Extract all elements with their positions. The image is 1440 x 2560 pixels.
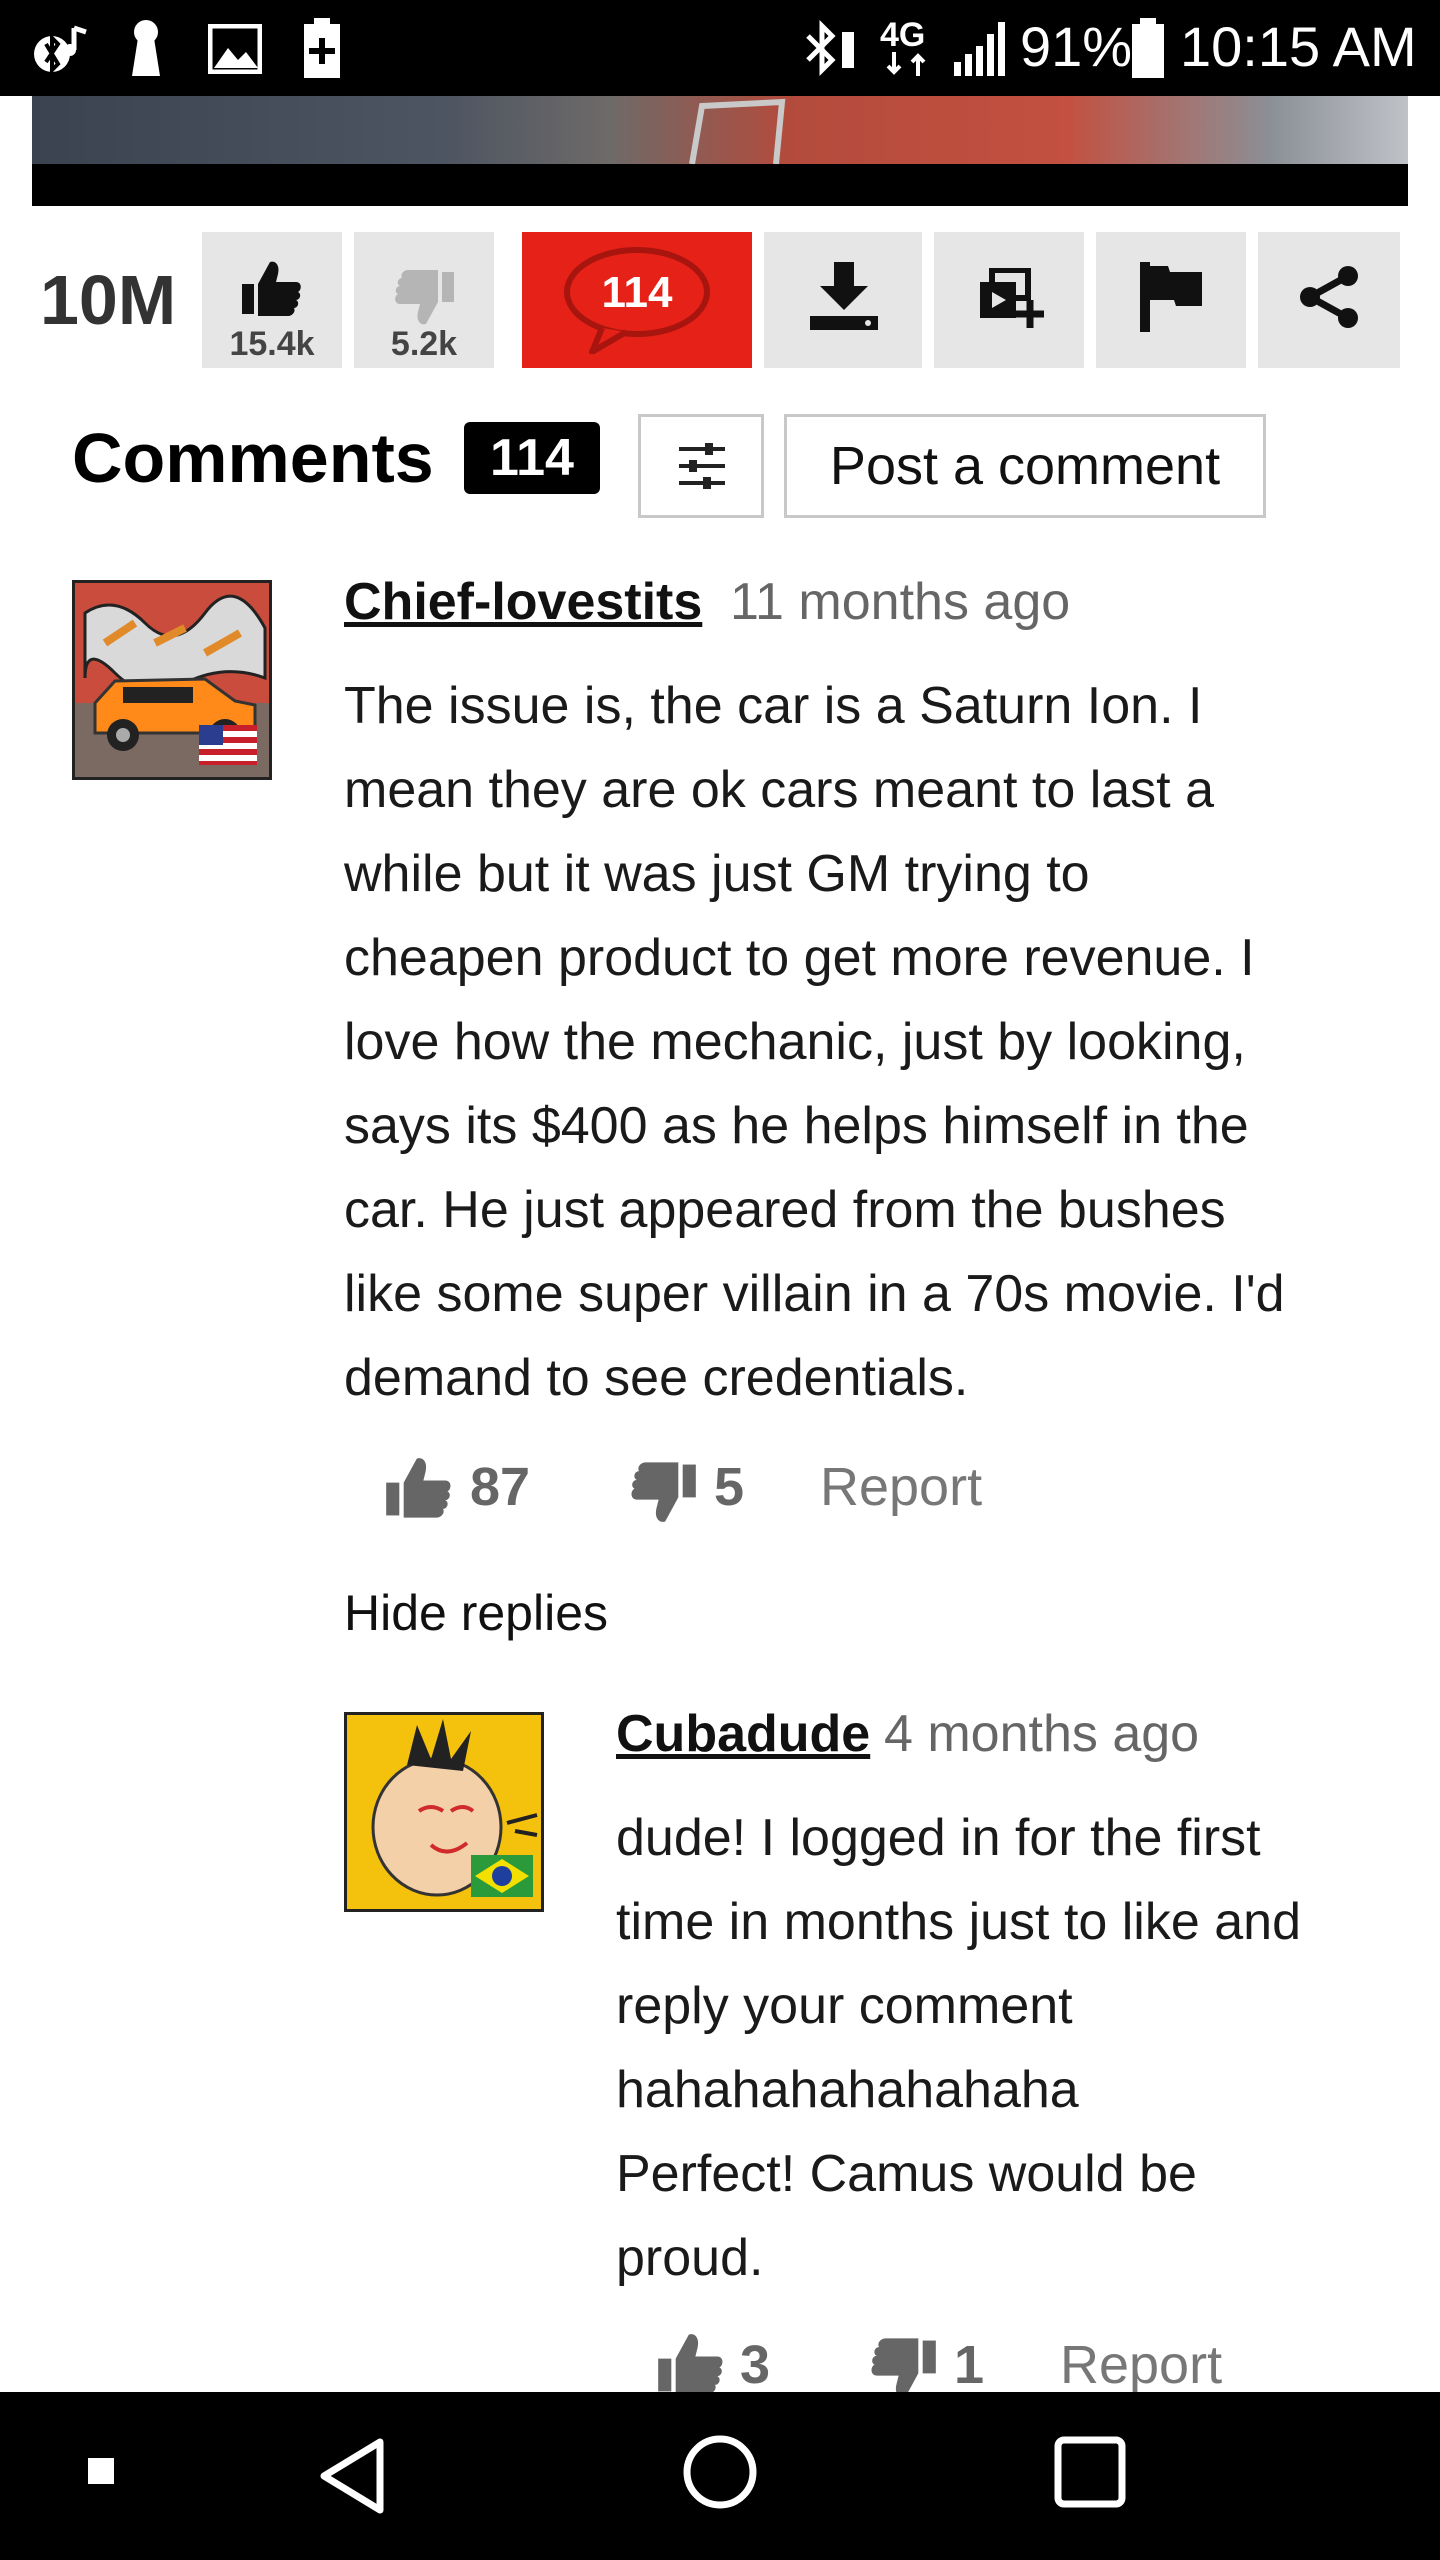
download-icon bbox=[810, 262, 878, 330]
comment-line: mean they are ok cars meant to last a bbox=[344, 761, 1214, 819]
reply-line: hahahahahahahaha bbox=[616, 2061, 1079, 2119]
video-actions: 10M 15.4k 5.2k 114 bbox=[0, 232, 1440, 370]
lte-icon bbox=[886, 52, 926, 76]
comment-line: car. He just appeared from the bushes bbox=[344, 1181, 1226, 1239]
thumbs-up-icon[interactable] bbox=[656, 2330, 726, 2396]
sliders-icon bbox=[679, 443, 725, 489]
comment-line: love how the mechanic, just by looking, bbox=[344, 1013, 1246, 1071]
add-to-playlist-button[interactable] bbox=[934, 232, 1084, 368]
battery-plus-icon bbox=[304, 18, 340, 78]
comment-line: says its $400 as he helps himself in the bbox=[344, 1097, 1249, 1155]
comments-button[interactable]: 114 bbox=[522, 232, 752, 368]
comment-line: while but it was just GM trying to bbox=[344, 845, 1090, 903]
thumbs-up-icon[interactable] bbox=[384, 1454, 454, 1520]
thumbs-up-icon bbox=[242, 261, 301, 316]
report-flag-button[interactable] bbox=[1096, 232, 1246, 368]
like-count: 15.4k bbox=[229, 325, 315, 363]
video-player[interactable] bbox=[32, 96, 1408, 206]
reply-line: Perfect! Camus would be bbox=[616, 2145, 1197, 2203]
dislike-button[interactable]: 5.2k bbox=[354, 232, 494, 368]
reply-report-link[interactable]: Report bbox=[1060, 2334, 1222, 2396]
cartoon-avatar-image bbox=[347, 1715, 541, 1909]
bluetooth-icon bbox=[806, 20, 854, 77]
comment-dislike-count: 5 bbox=[714, 1457, 745, 1517]
download-button[interactable] bbox=[764, 232, 922, 368]
dislike-count: 5.2k bbox=[390, 325, 458, 363]
reply-line: reply your comment bbox=[616, 1977, 1073, 2035]
back-icon[interactable] bbox=[316, 2436, 388, 2516]
reply-author[interactable]: Cubadude bbox=[616, 1704, 870, 1764]
status-bar: 4G 91% 10:15 AM bbox=[0, 0, 1440, 96]
reply-like-count: 3 bbox=[740, 2335, 771, 2395]
home-icon[interactable] bbox=[682, 2434, 758, 2510]
reply-line: proud. bbox=[616, 2229, 764, 2287]
flag-icon bbox=[1140, 262, 1202, 332]
car-shifter-detail bbox=[689, 98, 786, 164]
comment-like-count: 87 bbox=[470, 1457, 531, 1517]
clock: 10:15 AM bbox=[1180, 15, 1417, 78]
hide-replies-link[interactable]: Hide replies bbox=[344, 1584, 608, 1642]
avatar[interactable] bbox=[344, 1712, 544, 1912]
comment-line: demand to see credentials. bbox=[344, 1349, 969, 1407]
view-count: 10M bbox=[40, 261, 177, 339]
comments-button-count: 114 bbox=[601, 268, 673, 317]
reply-dislike-count: 1 bbox=[954, 2335, 985, 2395]
reply-age: 4 months ago bbox=[884, 1705, 1200, 1763]
comment-line: cheapen product to get more revenue. I bbox=[344, 929, 1255, 987]
add-to-playlist-icon bbox=[980, 268, 1044, 328]
comment-line: like some super villain in a 70s movie. … bbox=[344, 1265, 1285, 1323]
comment-body: The issue is, the car is a Saturn Ion. I… bbox=[344, 664, 1404, 1420]
keyhole-icon bbox=[132, 20, 160, 76]
share-button[interactable] bbox=[1258, 232, 1400, 368]
system-nav-bar bbox=[0, 2392, 1440, 2560]
battery-percent: 91% bbox=[1020, 15, 1133, 78]
like-button[interactable]: 15.4k bbox=[202, 232, 342, 368]
thumbs-down-icon bbox=[395, 270, 454, 325]
car-graffiti-avatar-image bbox=[75, 583, 269, 777]
comment-author[interactable]: Chief-lovestits bbox=[344, 572, 702, 632]
network-type-label: 4G bbox=[880, 16, 926, 54]
reply-line: dude! I logged in for the first bbox=[616, 1809, 1261, 1867]
bluetooth-music-icon bbox=[34, 25, 87, 75]
image-icon bbox=[208, 24, 262, 74]
small-square-icon[interactable] bbox=[88, 2458, 114, 2484]
comments-heading: Comments bbox=[72, 419, 434, 497]
share-icon bbox=[1300, 266, 1358, 328]
battery-icon bbox=[1132, 18, 1164, 78]
sort-filter-button[interactable] bbox=[638, 414, 764, 518]
post-comment-button[interactable]: Post a comment bbox=[784, 414, 1266, 518]
report-link[interactable]: Report bbox=[820, 1456, 982, 1518]
comment-age: 11 months ago bbox=[730, 573, 1071, 631]
signal-icon bbox=[954, 22, 1005, 76]
reply-line: time in months just to like and bbox=[616, 1893, 1301, 1951]
avatar[interactable] bbox=[72, 580, 272, 780]
reply-body: dude! I logged in for the first time in … bbox=[616, 1796, 1416, 2300]
comments-count-badge: 114 bbox=[464, 422, 600, 494]
recents-icon[interactable] bbox=[1054, 2436, 1126, 2508]
thumbs-down-icon[interactable] bbox=[628, 1460, 698, 1526]
comment-line: The issue is, the car is a Saturn Ion. I bbox=[344, 677, 1203, 735]
